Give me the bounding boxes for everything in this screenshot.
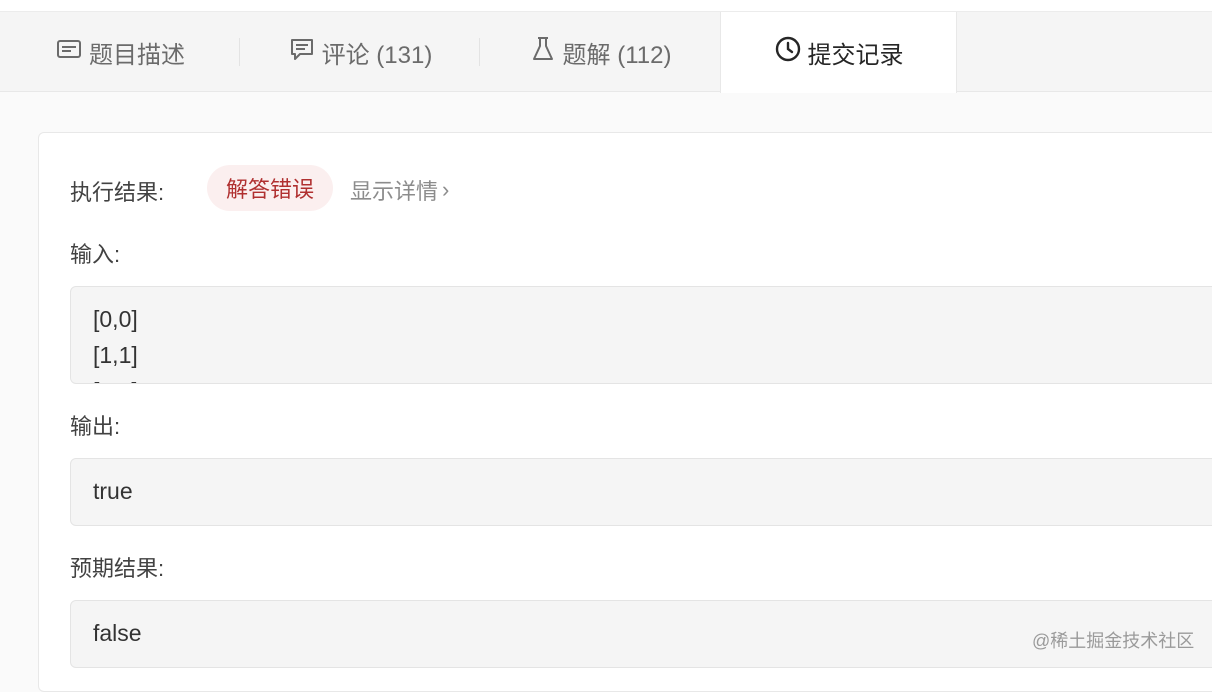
show-details-label: 显示详情: [350, 179, 439, 204]
flask-icon: [529, 35, 563, 70]
output-label: 输出:: [70, 414, 121, 439]
description-icon: [55, 35, 89, 70]
tab-comments[interactable]: 评论 (131): [240, 12, 480, 92]
clock-icon: [774, 35, 808, 70]
input-label: 输入:: [70, 242, 121, 267]
comment-icon: [288, 35, 322, 70]
watermark: @稀土掘金技术社区: [1032, 631, 1195, 651]
tab-submissions[interactable]: 提交记录: [720, 12, 957, 93]
tab-solutions[interactable]: 题解 (112): [480, 12, 720, 92]
expected-label: 预期结果:: [70, 556, 165, 581]
show-details-link[interactable]: 显示详情 ›: [350, 174, 449, 206]
tab-description[interactable]: 题目描述: [0, 12, 240, 92]
input-box[interactable]: [0,0] [1,1] [1,0]: [70, 286, 1212, 384]
tab-label: 题目描述: [89, 41, 185, 69]
tab-bar: 题目描述 评论 (131) 题解 (112) 提交记录: [0, 12, 1212, 93]
input-line: [1,1]: [93, 342, 138, 368]
input-line: [1,0]: [71, 373, 1212, 383]
output-box: true: [70, 458, 1212, 526]
tab-label: 评论 (131): [321, 41, 433, 69]
status-badge: 解答错误: [207, 165, 333, 211]
result-label: 执行结果:: [70, 180, 165, 205]
top-border: [0, 0, 1212, 12]
chevron-right-icon: ›: [442, 177, 450, 202]
tab-label: 提交记录: [807, 42, 904, 69]
input-line: [0,0]: [93, 306, 138, 332]
tab-label: 题解 (112): [562, 41, 672, 69]
output-value: true: [93, 478, 133, 504]
